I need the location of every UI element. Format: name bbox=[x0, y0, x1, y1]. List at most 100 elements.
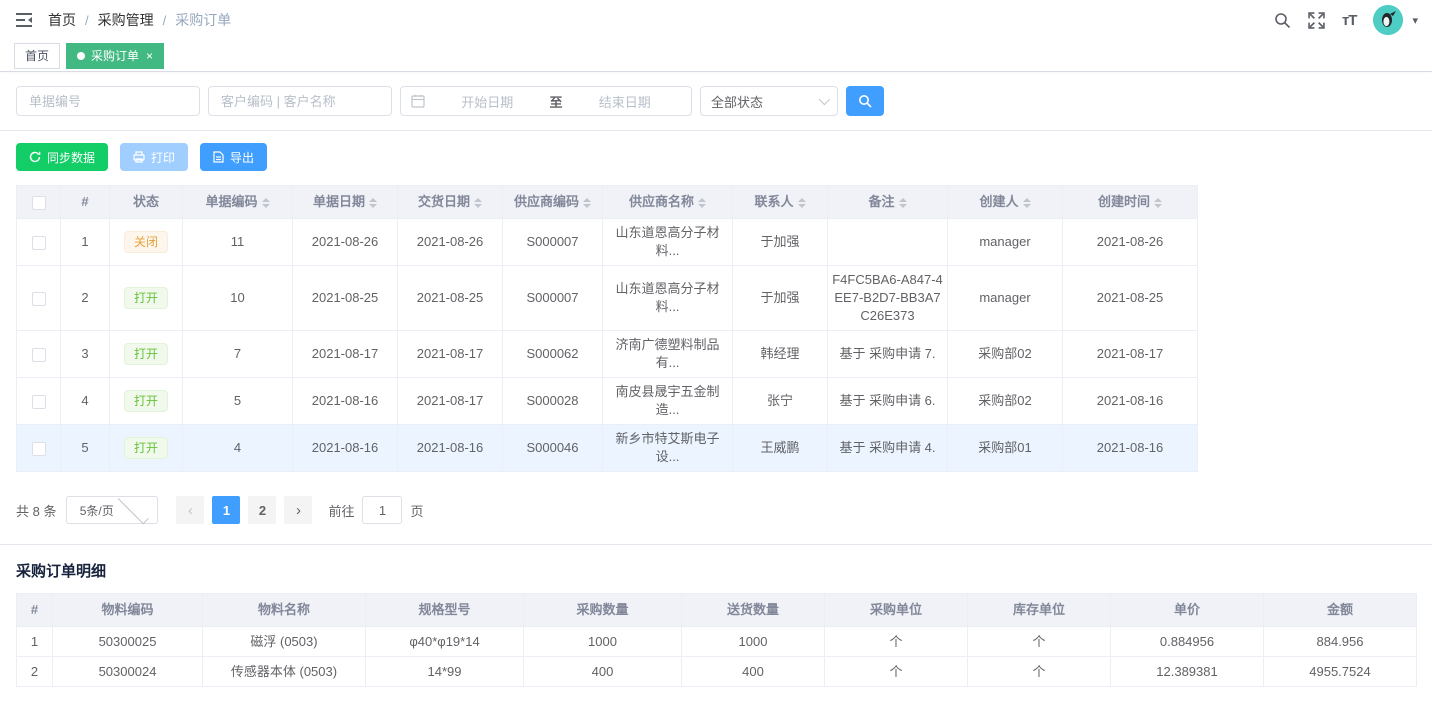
print-button[interactable]: 打印 bbox=[120, 143, 188, 171]
row-checkbox[interactable] bbox=[32, 395, 46, 409]
col-supplier-name[interactable]: 供应商名称 bbox=[603, 186, 733, 219]
row-checkbox[interactable] bbox=[32, 236, 46, 250]
supplier-name: 山东道恩高分子材料... bbox=[603, 219, 733, 266]
detail-section-title: 采购订单明细 bbox=[16, 560, 1416, 581]
calendar-icon bbox=[411, 94, 425, 108]
avatar-caret-down-icon[interactable]: ▾ bbox=[1412, 14, 1418, 27]
col-remark[interactable]: 备注 bbox=[828, 186, 948, 219]
doc-date: 2021-08-17 bbox=[293, 331, 398, 378]
col-delivery-date-label: 交货日期 bbox=[418, 194, 470, 209]
row-index: 5 bbox=[61, 425, 110, 472]
printer-icon bbox=[133, 151, 145, 163]
col-amount: 金额 bbox=[1264, 594, 1417, 627]
detail-index: 2 bbox=[17, 657, 53, 687]
row-checkbox[interactable] bbox=[32, 292, 46, 306]
col-unit-price: 单价 bbox=[1111, 594, 1264, 627]
row-index: 4 bbox=[61, 378, 110, 425]
unit-price: 12.389381 bbox=[1111, 657, 1264, 687]
page-size-select[interactable]: 5条/页 bbox=[66, 496, 158, 524]
table-row-selected[interactable]: 5 打开 4 2021-08-16 2021-08-16 S000046 新乡市… bbox=[17, 425, 1198, 472]
breadcrumb-purchase-mgmt[interactable]: 采购管理 bbox=[98, 10, 154, 30]
goto-page-input[interactable] bbox=[362, 496, 402, 524]
sort-icon bbox=[899, 198, 907, 208]
search-button[interactable] bbox=[846, 86, 884, 116]
prev-page-button[interactable]: ‹ bbox=[176, 496, 204, 524]
remark: 基于 采购申请 4. bbox=[828, 425, 948, 472]
row-index: 2 bbox=[61, 266, 110, 331]
tab-home-label: 首页 bbox=[25, 47, 49, 64]
page-button-2[interactable]: 2 bbox=[248, 496, 276, 524]
end-date-placeholder: 结束日期 bbox=[569, 92, 682, 111]
col-contact-label: 联系人 bbox=[754, 194, 793, 209]
chevron-down-icon bbox=[118, 493, 149, 524]
col-doc-date[interactable]: 单据日期 bbox=[293, 186, 398, 219]
sync-data-button[interactable]: 同步数据 bbox=[16, 143, 108, 171]
sync-data-label: 同步数据 bbox=[47, 149, 95, 166]
row-checkbox[interactable] bbox=[32, 442, 46, 456]
tab-bar: 首页 采购订单 × bbox=[0, 40, 1432, 72]
doc-number-input[interactable] bbox=[16, 86, 200, 116]
col-created-time-label: 创建时间 bbox=[1098, 194, 1150, 209]
contact: 于加强 bbox=[733, 266, 828, 331]
table-row[interactable]: 1 关闭 11 2021-08-26 2021-08-26 S000007 山东… bbox=[17, 219, 1198, 266]
col-supplier-code[interactable]: 供应商编码 bbox=[503, 186, 603, 219]
detail-row: 1 50300025 磁浮 (0503) φ40*φ19*14 1000 100… bbox=[17, 627, 1417, 657]
creator: 采购部02 bbox=[948, 331, 1063, 378]
customer-input[interactable] bbox=[208, 86, 392, 116]
stock-unit: 个 bbox=[968, 657, 1111, 687]
doc-date: 2021-08-26 bbox=[293, 219, 398, 266]
col-doc-code[interactable]: 单据编码 bbox=[183, 186, 293, 219]
remark: 基于 采购申请 7. bbox=[828, 331, 948, 378]
date-range-separator: 至 bbox=[550, 92, 563, 111]
search-icon[interactable] bbox=[1274, 12, 1291, 29]
remark: 基于 采购申请 6. bbox=[828, 378, 948, 425]
table-row[interactable]: 4 打开 5 2021-08-16 2021-08-17 S000028 南皮县… bbox=[17, 378, 1198, 425]
creator: 采购部02 bbox=[948, 378, 1063, 425]
status-badge: 关闭 bbox=[124, 231, 168, 253]
search-icon bbox=[858, 94, 872, 108]
page-button-1[interactable]: 1 bbox=[212, 496, 240, 524]
avatar[interactable] bbox=[1373, 5, 1403, 35]
contact: 韩经理 bbox=[733, 331, 828, 378]
export-button[interactable]: 导出 bbox=[200, 143, 267, 171]
fullscreen-icon[interactable] bbox=[1308, 12, 1325, 29]
unit-price: 0.884956 bbox=[1111, 627, 1264, 657]
status-select-value: 全部状态 bbox=[711, 92, 819, 111]
breadcrumb-home[interactable]: 首页 bbox=[48, 10, 76, 30]
col-index: # bbox=[61, 186, 110, 219]
purchase-qty: 400 bbox=[524, 657, 682, 687]
supplier-code: S000007 bbox=[503, 266, 603, 331]
col-created-time[interactable]: 创建时间 bbox=[1063, 186, 1198, 219]
orders-pagination: 共 8 条 5条/页 ‹ 1 2 › 前往 页 bbox=[16, 496, 1416, 524]
delivered-qty: 1000 bbox=[682, 627, 825, 657]
sort-icon bbox=[798, 198, 806, 208]
next-page-button[interactable]: › bbox=[284, 496, 312, 524]
font-size-icon[interactable]: тT bbox=[1342, 12, 1357, 29]
col-delivery-date[interactable]: 交货日期 bbox=[398, 186, 503, 219]
tab-purchase-orders[interactable]: 采购订单 × bbox=[66, 43, 164, 69]
col-contact[interactable]: 联系人 bbox=[733, 186, 828, 219]
select-all-checkbox[interactable] bbox=[32, 196, 46, 210]
table-row[interactable]: 3 打开 7 2021-08-17 2021-08-17 S000062 济南广… bbox=[17, 331, 1198, 378]
amount: 4955.7524 bbox=[1264, 657, 1417, 687]
tab-home[interactable]: 首页 bbox=[14, 43, 60, 69]
col-purchase-qty: 采购数量 bbox=[524, 594, 682, 627]
goto-label: 前往 bbox=[328, 501, 354, 520]
status-badge: 打开 bbox=[124, 390, 168, 412]
sort-icon bbox=[369, 198, 377, 208]
tab-close-icon[interactable]: × bbox=[146, 50, 153, 62]
delivery-date: 2021-08-17 bbox=[398, 331, 503, 378]
orders-header-row: # 状态 单据编码 单据日期 交货日期 供应商编码 供应商名称 联系人 备注 创… bbox=[17, 186, 1198, 219]
status-badge: 打开 bbox=[124, 343, 168, 365]
delivery-date: 2021-08-17 bbox=[398, 378, 503, 425]
row-checkbox[interactable] bbox=[32, 348, 46, 362]
date-range-picker[interactable]: 开始日期 至 结束日期 bbox=[400, 86, 692, 116]
supplier-name: 新乡市特艾斯电子设... bbox=[603, 425, 733, 472]
doc-date: 2021-08-16 bbox=[293, 425, 398, 472]
sidebar-toggle-icon[interactable] bbox=[14, 10, 34, 30]
order-detail-table: # 物料编码 物料名称 规格型号 采购数量 送货数量 采购单位 库存单位 单价 … bbox=[16, 593, 1417, 687]
table-row[interactable]: 2 打开 10 2021-08-25 2021-08-25 S000007 山东… bbox=[17, 266, 1198, 331]
creator: manager bbox=[948, 266, 1063, 331]
col-creator[interactable]: 创建人 bbox=[948, 186, 1063, 219]
status-select[interactable]: 全部状态 bbox=[700, 86, 838, 116]
